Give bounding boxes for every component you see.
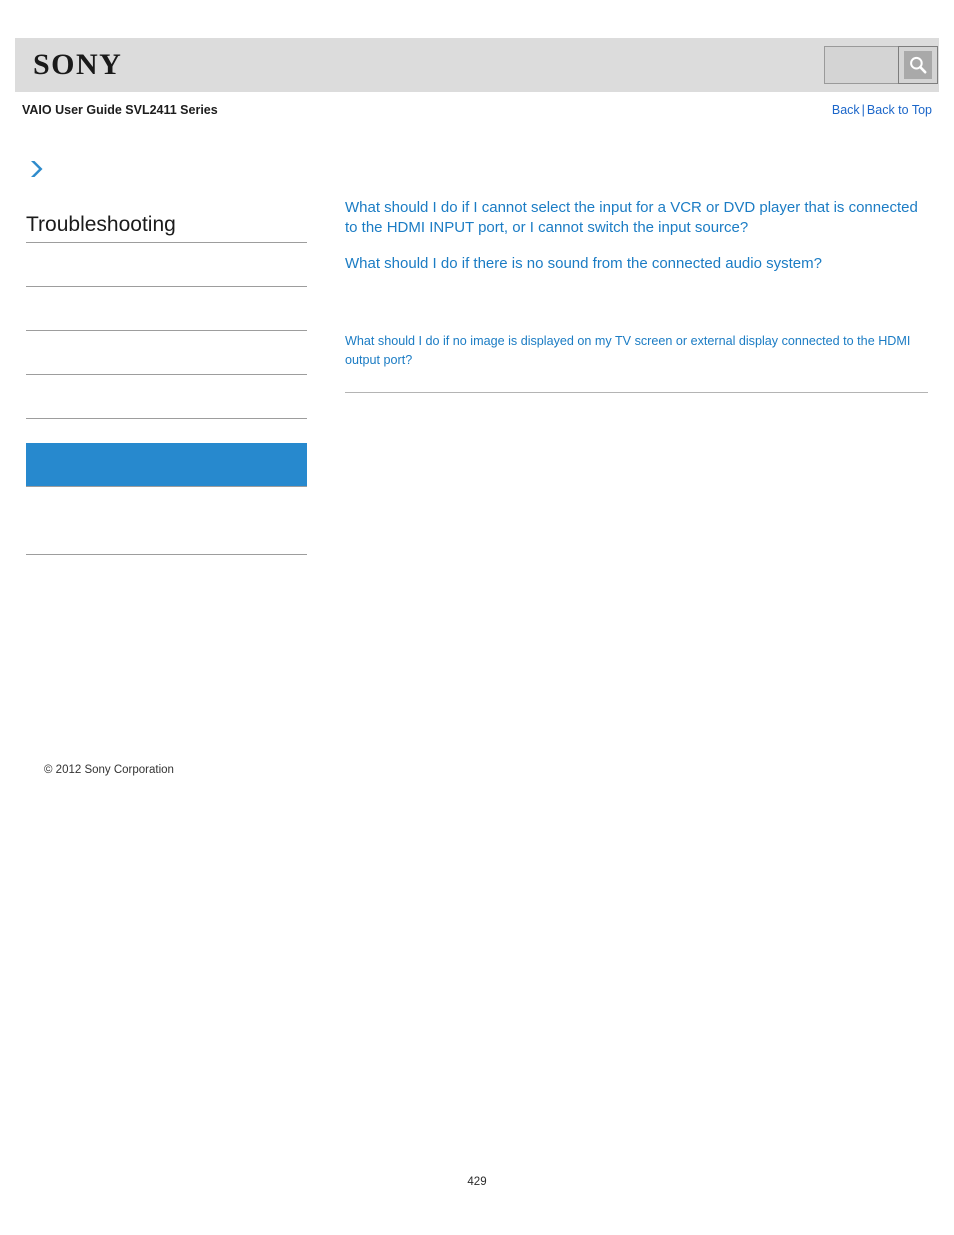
sony-logo: SONY <box>33 48 123 81</box>
content-link-no-image-hdmi-output[interactable]: What should I do if no image is displaye… <box>345 332 925 370</box>
back-link[interactable]: Back <box>832 103 860 117</box>
content-divider <box>345 392 928 393</box>
sidebar-item-4-selected[interactable] <box>26 443 307 487</box>
document-title: VAIO User Guide SVL2411 Series <box>22 103 218 117</box>
sidebar-item-5[interactable] <box>26 511 307 555</box>
content-link-hdmi-input-source[interactable]: What should I do if I cannot select the … <box>345 198 925 238</box>
back-to-top-link[interactable]: Back to Top <box>867 103 932 117</box>
subheader: VAIO User Guide SVL2411 Series Back | Back… <box>0 100 954 122</box>
header-nav-links: Back | Back to Top <box>832 100 932 120</box>
site-header: SONY <box>15 38 939 92</box>
content-link-no-sound-audio-system[interactable]: What should I do if there is no sound fr… <box>345 254 925 274</box>
copyright-notice: © 2012 Sony Corporation <box>44 764 174 776</box>
page-number: 429 <box>467 1176 487 1188</box>
main-content: What should I do if I cannot select the … <box>345 198 928 393</box>
sidebar: Troubleshooting © 2012 Sony Corporation <box>26 158 307 776</box>
chevron-right-icon[interactable] <box>26 158 48 180</box>
sidebar-item-2[interactable] <box>26 331 307 375</box>
sidebar-item-3[interactable] <box>26 375 307 419</box>
search-widget <box>824 46 938 84</box>
nav-separator: | <box>861 103 865 117</box>
sidebar-title: Troubleshooting <box>26 212 307 243</box>
sidebar-item-0[interactable] <box>26 243 307 287</box>
search-button[interactable] <box>898 46 938 84</box>
sidebar-item-1[interactable] <box>26 287 307 331</box>
search-icon <box>904 51 932 79</box>
search-input[interactable] <box>824 46 898 84</box>
